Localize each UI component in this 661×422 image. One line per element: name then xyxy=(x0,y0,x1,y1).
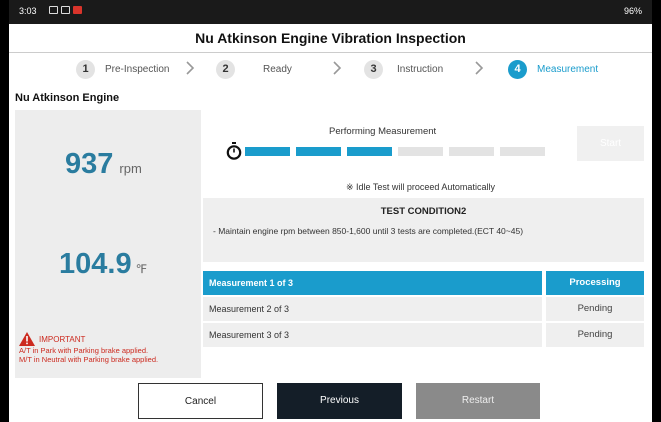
measurement-name: Measurement 2 of 3 xyxy=(203,297,542,321)
readings-panel: 937 rpm 104.9 ℉ IMPORTANT A/T in Park with… xyxy=(15,110,201,378)
temperature-value: 104.9 xyxy=(59,248,132,280)
progress-segment xyxy=(245,147,290,156)
title-bar: Nu Atkinson Engine Vibration Inspection xyxy=(9,24,652,53)
progress-segment xyxy=(347,147,392,156)
idle-note: ※ Idle Test will proceed Automatically xyxy=(346,182,495,192)
status-time: 3:03 xyxy=(19,6,37,16)
step-number: 3 xyxy=(364,59,383,79)
measurement-status: Processing xyxy=(546,271,644,295)
chevron-right-icon xyxy=(185,60,195,76)
table-row: Measurement 1 of 3 Processing xyxy=(203,271,644,295)
stopwatch-icon xyxy=(226,142,242,160)
start-button[interactable]: Start xyxy=(577,126,644,161)
progress-segment xyxy=(398,147,443,156)
warning-title: IMPORTANT xyxy=(39,334,86,344)
measurement-status: Pending xyxy=(546,297,644,321)
headset-icon xyxy=(61,6,70,14)
step-label: Instruction xyxy=(397,63,444,75)
measurement-progress xyxy=(245,147,551,156)
warning-line: A/T in Park with Parking brake applied. xyxy=(19,346,149,355)
temperature-unit: ℉ xyxy=(135,262,147,276)
cancel-button[interactable]: Cancel xyxy=(138,383,263,419)
measurement-status: Pending xyxy=(546,323,644,347)
measurement-name: Measurement 3 of 3 xyxy=(203,323,542,347)
restart-button[interactable]: Restart xyxy=(416,383,540,419)
frame-left xyxy=(0,0,9,422)
table-row: Measurement 3 of 3 Pending xyxy=(203,323,644,347)
test-condition-title: TEST CONDITION2 xyxy=(380,206,467,217)
rpm-value: 937 xyxy=(65,148,114,180)
step-number: 2 xyxy=(216,59,235,79)
page-title: Nu Atkinson Engine Vibration Inspection xyxy=(195,30,466,46)
warning-line: M/T in Neutral with Parking brake applie… xyxy=(19,355,159,364)
chevron-right-icon xyxy=(474,60,484,76)
battery-level: 96% xyxy=(623,6,642,16)
step-number: 4 xyxy=(508,59,527,79)
step-label: Measurement xyxy=(537,63,599,75)
step-instruction: 3 Instruction xyxy=(364,59,443,79)
frame-right xyxy=(652,0,661,422)
previous-button[interactable]: Previous xyxy=(277,383,402,419)
step-ready: 2 Ready xyxy=(216,59,292,79)
step-pre-inspection: 1 Pre-Inspection xyxy=(76,59,169,79)
step-label: Pre-Inspection xyxy=(105,63,170,75)
measurement-name: Measurement 1 of 3 xyxy=(203,271,542,295)
rpm-unit: rpm xyxy=(119,161,142,176)
test-condition-text: - Maintain engine rpm between 850-1,600 … xyxy=(213,226,524,236)
step-indicator: 1 Pre-Inspection 2 Ready 3 Instruction 4… xyxy=(9,54,652,84)
step-label: Ready xyxy=(263,63,292,75)
table-row: Measurement 2 of 3 Pending xyxy=(203,297,644,321)
progress-segment xyxy=(500,147,545,156)
rpm-reading: 937 rpm xyxy=(65,148,142,181)
temperature-reading: 104.9 ℉ xyxy=(59,248,147,281)
measurement-table: Measurement 1 of 3 Processing Measuremen… xyxy=(203,271,644,349)
step-measurement: 4 Measurement xyxy=(508,59,598,79)
warning-box: IMPORTANT A/T in Park with Parking brake… xyxy=(19,332,199,364)
chevron-right-icon xyxy=(332,60,342,76)
step-number: 1 xyxy=(76,59,95,79)
status-bar: 3:03 96% xyxy=(9,0,652,24)
progress-segment xyxy=(449,147,494,156)
measurement-status-title: Performing Measurement xyxy=(329,126,437,137)
progress-segment xyxy=(296,147,341,156)
warning-icon xyxy=(19,332,35,346)
section-title: Nu Atkinson Engine xyxy=(15,92,120,104)
app-notification-icon xyxy=(73,6,82,14)
test-condition-box: TEST CONDITION2 - Maintain engine rpm be… xyxy=(203,198,644,262)
gallery-icon xyxy=(49,6,58,14)
